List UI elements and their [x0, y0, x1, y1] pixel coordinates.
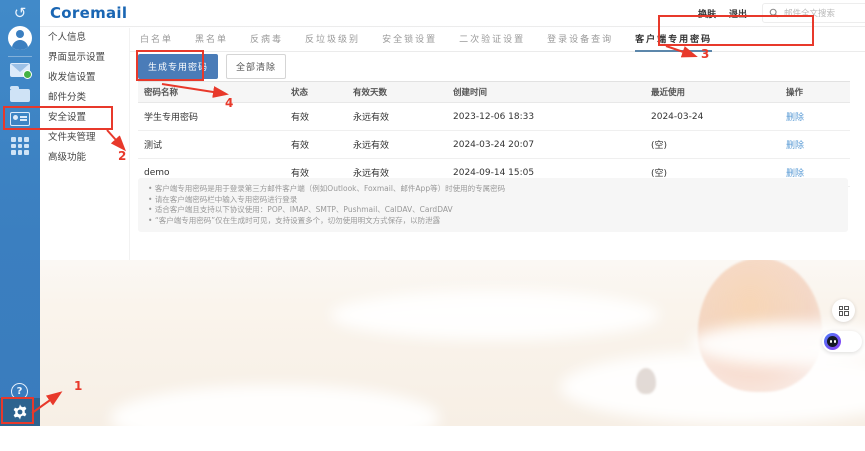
col-valid-days: 有效天数: [347, 82, 447, 103]
note-line: 请在客户端密码栏中输入专用密码进行登录: [148, 195, 838, 206]
tab-two-factor[interactable]: 二次验证设置: [459, 32, 525, 51]
hot-air-balloon-small: [636, 368, 656, 394]
back-icon[interactable]: ↺: [0, 6, 40, 21]
client-password-table: 密码名称 状态 有效天数 创建时间 最近使用 操作 学生专用密码 有效 永远有效…: [138, 81, 850, 187]
cell-created: 2024-03-24 20:07: [447, 131, 645, 159]
sidebar-item-send-receive[interactable]: 收发信设置: [40, 68, 129, 88]
mail-icon[interactable]: [10, 63, 30, 77]
sidebar-item-folder-management[interactable]: 文件夹管理: [40, 128, 129, 148]
note-line: 适合客户端且支持以下协议使用：POP、IMAP、SMTP、Pushmail、Ca…: [148, 205, 838, 216]
annotation-number-4: 4: [225, 96, 233, 110]
note-line: 客户端专用密码是用于登录第三方邮件客户端（例如Outlook、Foxmail、邮…: [148, 184, 838, 195]
cell-last-used: 2024-03-24: [645, 103, 780, 131]
coremail-logo: Coremail: [50, 4, 127, 22]
unread-dot: [23, 70, 32, 79]
cell-days: 永远有效: [347, 131, 447, 159]
sidebar-item-advanced-features[interactable]: 高级功能: [40, 148, 129, 168]
col-status: 状态: [285, 82, 347, 103]
folder-icon[interactable]: [10, 89, 30, 102]
left-icon-rail: ↺ ?: [0, 0, 40, 426]
annotation-number-1: 1: [74, 379, 82, 393]
cell-status: 有效: [285, 103, 347, 131]
col-password-name: 密码名称: [138, 82, 285, 103]
sidebar-item-mail-category[interactable]: 邮件分类: [40, 88, 129, 108]
col-last-used: 最近使用: [645, 82, 780, 103]
sidebar-item-display-settings[interactable]: 界面显示设置: [40, 48, 129, 68]
col-action: 操作: [780, 82, 850, 103]
table-row: 学生专用密码 有效 永远有效 2023-12-06 18:33 2024-03-…: [138, 103, 850, 131]
tab-security-lock[interactable]: 安全锁设置: [382, 32, 437, 51]
tab-whitelist[interactable]: 白名单: [140, 32, 173, 51]
table-row: 测试 有效 永远有效 2024-03-24 20:07 (空) 删除: [138, 131, 850, 159]
clear-all-button[interactable]: 全部清除: [226, 54, 286, 79]
cloud: [330, 290, 660, 340]
ai-assistant-widget[interactable]: [822, 331, 862, 352]
qr-grid-icon: [839, 306, 849, 316]
cell-name: 学生专用密码: [138, 103, 285, 131]
cloud: [110, 385, 440, 451]
sidebar-item-personal-info[interactable]: 个人信息: [40, 28, 129, 48]
cell-days: 永远有效: [347, 103, 447, 131]
help-notes-panel: 客户端专用密码是用于登录第三方邮件客户端（例如Outlook、Foxmail、邮…: [138, 178, 848, 232]
annotation-box-step1: [1, 397, 34, 424]
mini-apps-widget[interactable]: [832, 299, 855, 322]
tab-blacklist[interactable]: 黑名单: [195, 32, 228, 51]
tab-login-devices[interactable]: 登录设备查询: [547, 32, 613, 51]
col-created: 创建时间: [447, 82, 645, 103]
robot-assistant-icon: [824, 333, 841, 350]
apps-grid-icon[interactable]: [11, 137, 29, 155]
main-content: 白名单 黑名单 反病毒 反垃圾级别 安全锁设置 二次验证设置 登录设备查询 客户…: [130, 28, 865, 260]
user-avatar-icon[interactable]: [8, 26, 32, 50]
cell-created: 2023-12-06 18:33: [447, 103, 645, 131]
annotation-box-step3: [658, 15, 814, 46]
note-line: “客户端专用密码”仅在生成时可见，支持设置多个，切勿使用明文方式保存，以防泄露: [148, 216, 838, 227]
cell-name: 测试: [138, 131, 285, 159]
delete-link[interactable]: 删除: [786, 113, 804, 123]
cell-status: 有效: [285, 131, 347, 159]
rail-divider: [8, 56, 32, 57]
tab-antispam-level[interactable]: 反垃圾级别: [305, 32, 360, 51]
cell-last-used: (空): [645, 131, 780, 159]
annotation-box-step2: [3, 106, 113, 130]
annotation-box-step4: [136, 50, 204, 81]
table-header-row: 密码名称 状态 有效天数 创建时间 最近使用 操作: [138, 82, 850, 103]
annotation-number-2: 2: [118, 149, 126, 163]
tab-antivirus[interactable]: 反病毒: [250, 32, 283, 51]
delete-link[interactable]: 删除: [786, 141, 804, 151]
settings-sidebar: 个人信息 界面显示设置 收发信设置 邮件分类 安全设置 文件夹管理 高级功能: [40, 28, 130, 260]
annotation-number-3: 3: [701, 47, 709, 61]
